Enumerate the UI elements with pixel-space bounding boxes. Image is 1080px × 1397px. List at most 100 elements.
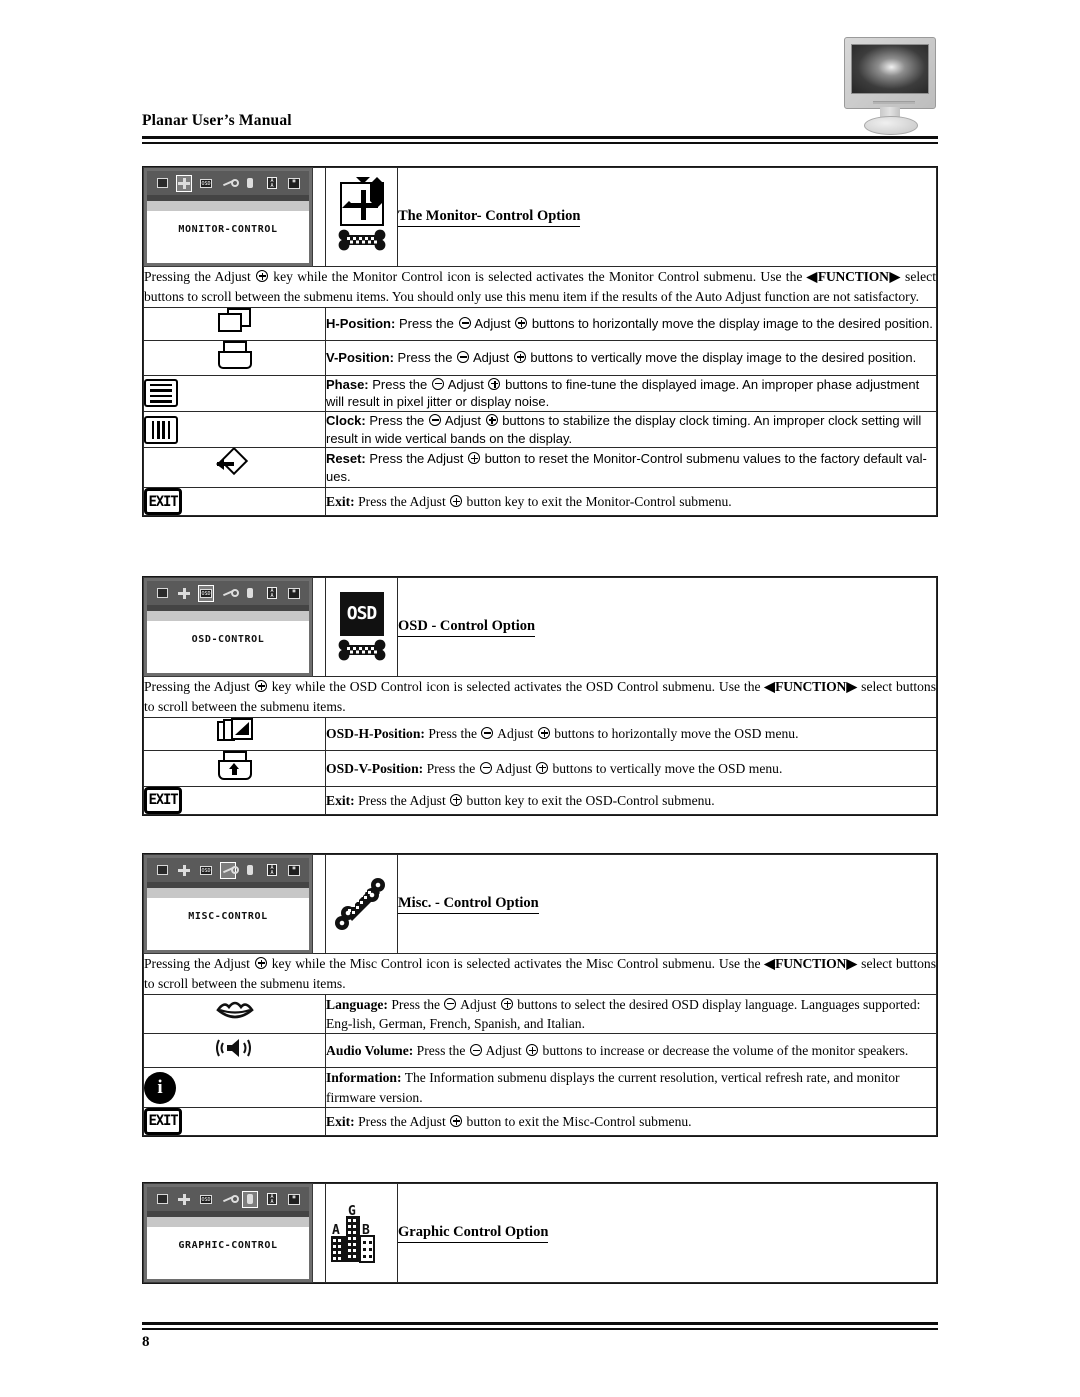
row-text-3: button key to exit the OSD-Control subme… [466,792,715,808]
section-title-cell: The Monitor- Control Option [397,167,937,267]
phase-icon [144,379,178,408]
osd-menu-position-icon[interactable] [177,863,191,878]
row-sep: : [391,315,396,331]
information-icon-cell: i [143,1067,326,1108]
v-position-icon-cell [143,339,326,376]
row-text-3: button to exit the Misc-Control submenu. [466,1113,692,1129]
osd-menu-monitor-icon[interactable] [155,1192,169,1207]
osd-menu-wrench-icon[interactable] [220,861,239,879]
function-button-label: ◀FUNCTION▶ [764,679,858,694]
osd-menu-language-icon[interactable]: AA [265,1192,279,1207]
osd-preview-cell: OSD AA ▦ MISC-CONTROL [143,854,326,954]
section-header-row: OSD AA ▦ OSD-CONTROL OSD OSD - Control O… [143,577,937,677]
row-description: Language: Press the Adjust buttons to se… [326,995,936,1034]
row-description: Exit: Press the Adjust button key to exi… [326,492,936,511]
row-text-2: Adjust [444,413,481,429]
row-description: H-Position: Press the Adjust buttons to … [326,315,936,333]
clock-icon [144,415,178,444]
osd-menu-monitor-icon[interactable] [155,176,169,191]
function-button-label: ◀FUNCTION▶ [806,269,901,284]
section-intro-cell: Pressing the Adjust key while the OSD Co… [143,676,937,718]
adjust-plus-icon [537,727,550,740]
row-description: Clock: Press the Adjust buttons to stabi… [326,412,936,447]
osd-icon-bar: OSD AA ▦ [147,858,309,882]
osd-preview-cell: OSD AA ▦ MONITOR-CONTROL [143,167,326,267]
osd-menu-graphic-icon[interactable]: ▦ [287,863,301,878]
adjust-plus-icon [450,495,463,508]
osd-menu-language-icon[interactable]: AA [265,176,279,191]
section-header-row: OSD AA ▦ MONITOR-CONTROL The Monitor- Co… [143,167,937,267]
row-label: Exit: [326,1113,355,1129]
row-text-1: Press the [372,376,428,392]
reset-icon-cell [143,447,326,489]
header-rule-thick [142,136,938,139]
osd-menu-language-icon[interactable]: AA [265,586,279,601]
adjust-plus-icon [254,680,267,692]
osd-menu-monitor-icon[interactable] [155,586,169,601]
osd-menu-osd-icon[interactable]: OSD [199,1192,213,1207]
row-text-1: Press the [416,1043,466,1059]
information-desc-cell: Information: The Information submenu dis… [325,1067,937,1108]
osd-menu-monitor-icon[interactable] [155,863,169,878]
row-text-1: Press the Adjust [369,451,464,467]
row-text-1: Press the [369,413,425,429]
table-row: Clock: Press the Adjust buttons to stabi… [143,411,937,449]
osd-menu-audio-icon[interactable] [243,586,257,601]
row-description: OSD-V-Position: Press the Adjust buttons… [326,759,936,778]
osd-menu-graphic-icon[interactable]: ▦ [287,1192,301,1207]
osd-menu-audio-icon[interactable] [242,1190,258,1208]
lcd-monitor-illustration [836,37,944,141]
osd-menu-wrench-icon[interactable] [221,176,239,191]
table-row: Reset: Press the Adjust button to reset … [143,447,937,489]
osd-menu-wrench-icon[interactable] [221,1192,239,1207]
osd-menu-wrench-icon[interactable] [221,586,239,601]
row-text-1: Press the [426,760,476,776]
audio-volume-icon [214,1034,256,1062]
row-text-2: Adjust [472,349,510,365]
wrench-icon [334,873,390,935]
osd-menu-osd-icon[interactable]: OSD [199,863,213,878]
osd-h-position-desc-cell: OSD-H-Position: Press the Adjust buttons… [325,716,937,751]
audio-volume-desc-cell: Audio Volume: Press the Adjust buttons t… [325,1033,937,1069]
osd-menu-position-icon[interactable] [176,174,192,192]
osd-menu-osd-icon[interactable]: OSD [199,176,213,191]
section-header-row: OSD AA ▦ MISC-CONTROL Misc. - Control Op… [143,854,937,954]
section-title: OSD - Control Option [398,618,536,637]
row-label: Clock: [326,413,366,429]
adjust-minus-icon [458,316,471,329]
intro-part-1: Pressing the Adjust [144,956,250,971]
table-row: H-Position: Press the Adjust buttons to … [143,306,937,341]
osd-menu-language-icon[interactable]: AA [265,863,279,878]
footer-rule-thick [142,1322,938,1325]
table-row: OSD-H-Position: Press the Adjust buttons… [143,716,937,751]
adjust-minus-icon [431,377,444,390]
monitor-control-strip [873,101,915,104]
adjust-plus-icon [536,761,549,774]
section-intro-text: Pressing the Adjust key while the OSD Co… [144,677,936,717]
osd-menu-osd-icon[interactable]: OSD [198,584,214,602]
footer-rule-thin [142,1328,938,1330]
osd-window-label: OSD-CONTROL [191,634,265,645]
row-label: OSD-V-Position: [326,760,424,776]
adjust-minus-icon [479,761,492,774]
row-text-1: Press the Adjust [358,792,446,808]
adjust-plus-icon [467,452,480,465]
osd-menu-position-icon[interactable] [177,1192,191,1207]
osd-menu-graphic-icon[interactable]: ▦ [287,586,301,601]
row-text-1: Press the [397,349,453,365]
osd-menu-graphic-icon[interactable]: ▦ [287,176,301,191]
row-label: Audio Volume: [326,1043,414,1059]
section-intro-row: Pressing the Adjust key while the OSD Co… [143,676,937,718]
osd-menu-audio-icon[interactable] [243,863,257,878]
adjust-minus-icon [428,414,441,427]
osd-menu-position-icon[interactable] [177,586,191,601]
row-text-1: Press the [428,726,478,742]
table-row: EXIT Exit: Press the Adjust button key t… [143,785,937,815]
osd-menu-audio-icon[interactable] [243,176,257,191]
exit-icon: EXIT [144,786,182,814]
intro-part-1: Pressing the Adjust [144,269,251,284]
h-position-icon-cell [143,306,326,341]
row-text-3: buttons to vertically move the display i… [530,349,917,365]
adjust-minus-icon [457,350,470,363]
exit-icon-cell: EXIT [143,785,326,815]
